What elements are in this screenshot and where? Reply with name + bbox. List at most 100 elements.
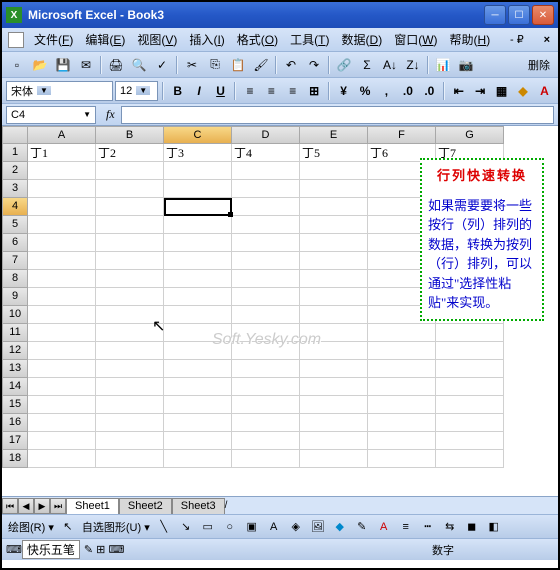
oval-icon[interactable]: ○ — [220, 517, 240, 537]
cell[interactable] — [28, 198, 96, 216]
col-header[interactable]: G — [436, 126, 504, 144]
cell[interactable] — [300, 396, 368, 414]
cell[interactable] — [96, 180, 164, 198]
cell[interactable] — [300, 234, 368, 252]
cell[interactable] — [232, 198, 300, 216]
fill-icon[interactable]: ◆ — [330, 517, 350, 537]
col-header[interactable]: A — [28, 126, 96, 144]
close-button[interactable]: ✕ — [532, 5, 554, 25]
row-header[interactable]: 11 — [2, 324, 28, 342]
cell[interactable] — [232, 324, 300, 342]
cell[interactable] — [232, 180, 300, 198]
cell[interactable] — [164, 450, 232, 468]
select-all-corner[interactable] — [2, 126, 28, 144]
size-combo[interactable]: 12 ▼ — [115, 81, 158, 101]
cell[interactable] — [368, 450, 436, 468]
sort-asc-icon[interactable]: A↓ — [379, 54, 401, 76]
row-header[interactable]: 2 — [2, 162, 28, 180]
row-header[interactable]: 13 — [2, 360, 28, 378]
tab-prev-icon[interactable]: ◀ — [18, 498, 34, 514]
cell[interactable] — [300, 270, 368, 288]
menu-data[interactable]: 数据(D) — [336, 29, 389, 50]
menu-window[interactable]: 窗口(W) — [388, 29, 443, 50]
cell[interactable] — [28, 360, 96, 378]
cell[interactable] — [28, 180, 96, 198]
cell[interactable] — [232, 162, 300, 180]
sheet-tab[interactable]: Sheet2 — [119, 498, 172, 514]
bold-button[interactable]: B — [168, 81, 187, 101]
italic-button[interactable]: I — [189, 81, 208, 101]
cell[interactable] — [164, 288, 232, 306]
row-header[interactable]: 10 — [2, 306, 28, 324]
row-header[interactable]: 1 — [2, 144, 28, 162]
cell[interactable] — [368, 378, 436, 396]
name-box[interactable]: C4 ▼ — [6, 106, 96, 124]
formula-input[interactable] — [121, 106, 554, 124]
cell[interactable] — [232, 306, 300, 324]
cell[interactable] — [368, 342, 436, 360]
wordart-icon[interactable]: A — [264, 517, 284, 537]
cell[interactable] — [164, 432, 232, 450]
row-header[interactable]: 5 — [2, 216, 28, 234]
row-header[interactable]: 14 — [2, 378, 28, 396]
cell[interactable] — [96, 198, 164, 216]
sheet-tab[interactable]: Sheet3 — [172, 498, 225, 514]
sort-desc-icon[interactable]: Z↓ — [402, 54, 424, 76]
cell[interactable] — [232, 234, 300, 252]
menu-insert[interactable]: 插入(I) — [183, 29, 230, 50]
cell[interactable] — [300, 378, 368, 396]
row-header[interactable]: 8 — [2, 270, 28, 288]
cell[interactable] — [368, 396, 436, 414]
linecolor-icon[interactable]: ✎ — [352, 517, 372, 537]
cell[interactable] — [28, 450, 96, 468]
cell[interactable]: 丁5 — [300, 144, 368, 162]
cell[interactable] — [96, 342, 164, 360]
cell[interactable] — [300, 360, 368, 378]
sum-icon[interactable]: Σ — [356, 54, 378, 76]
brush-icon[interactable]: 🖌 — [250, 54, 272, 76]
arrow-icon[interactable]: ↘ — [176, 517, 196, 537]
cell[interactable] — [164, 324, 232, 342]
decimal-inc-icon[interactable]: .0 — [398, 81, 417, 101]
cell[interactable] — [300, 450, 368, 468]
col-header[interactable]: F — [368, 126, 436, 144]
print-icon[interactable]: 🖨 — [105, 54, 127, 76]
row-header[interactable]: 9 — [2, 288, 28, 306]
cell[interactable] — [96, 360, 164, 378]
cell[interactable] — [300, 288, 368, 306]
cell[interactable]: 丁3 — [164, 144, 232, 162]
cell[interactable] — [300, 198, 368, 216]
cell[interactable] — [164, 198, 232, 216]
cell[interactable]: 丁2 — [96, 144, 164, 162]
align-left-icon[interactable]: ≡ — [240, 81, 259, 101]
fontcolor-icon[interactable]: A — [374, 517, 394, 537]
copy-icon[interactable]: ⎘ — [204, 54, 226, 76]
cell[interactable] — [28, 288, 96, 306]
cell[interactable] — [96, 396, 164, 414]
cell[interactable] — [232, 360, 300, 378]
ime-icon[interactable]: ⌨ — [6, 543, 22, 556]
cell[interactable] — [300, 324, 368, 342]
col-header[interactable]: D — [232, 126, 300, 144]
merge-icon[interactable]: ⊞ — [305, 81, 324, 101]
cell[interactable] — [164, 396, 232, 414]
lineweight-icon[interactable]: ≡ — [396, 517, 416, 537]
cell[interactable] — [28, 306, 96, 324]
cell[interactable] — [232, 450, 300, 468]
preview-icon[interactable]: 🔍 — [128, 54, 150, 76]
cell[interactable] — [368, 432, 436, 450]
cell[interactable] — [232, 270, 300, 288]
chevron-down-icon[interactable]: ▼ — [136, 86, 150, 95]
fx-icon[interactable]: fx — [106, 107, 115, 122]
cell[interactable]: 丁4 — [232, 144, 300, 162]
cell[interactable] — [28, 378, 96, 396]
menu-help[interactable]: 帮助(H) — [444, 29, 497, 50]
draw-menu[interactable]: 绘图(R) ▾ — [6, 519, 56, 535]
row-header[interactable]: 6 — [2, 234, 28, 252]
save-icon[interactable]: 💾 — [52, 54, 74, 76]
col-header[interactable]: B — [96, 126, 164, 144]
cell[interactable] — [232, 342, 300, 360]
cell[interactable] — [28, 270, 96, 288]
cell[interactable] — [96, 162, 164, 180]
undo-icon[interactable]: ↶ — [280, 54, 302, 76]
